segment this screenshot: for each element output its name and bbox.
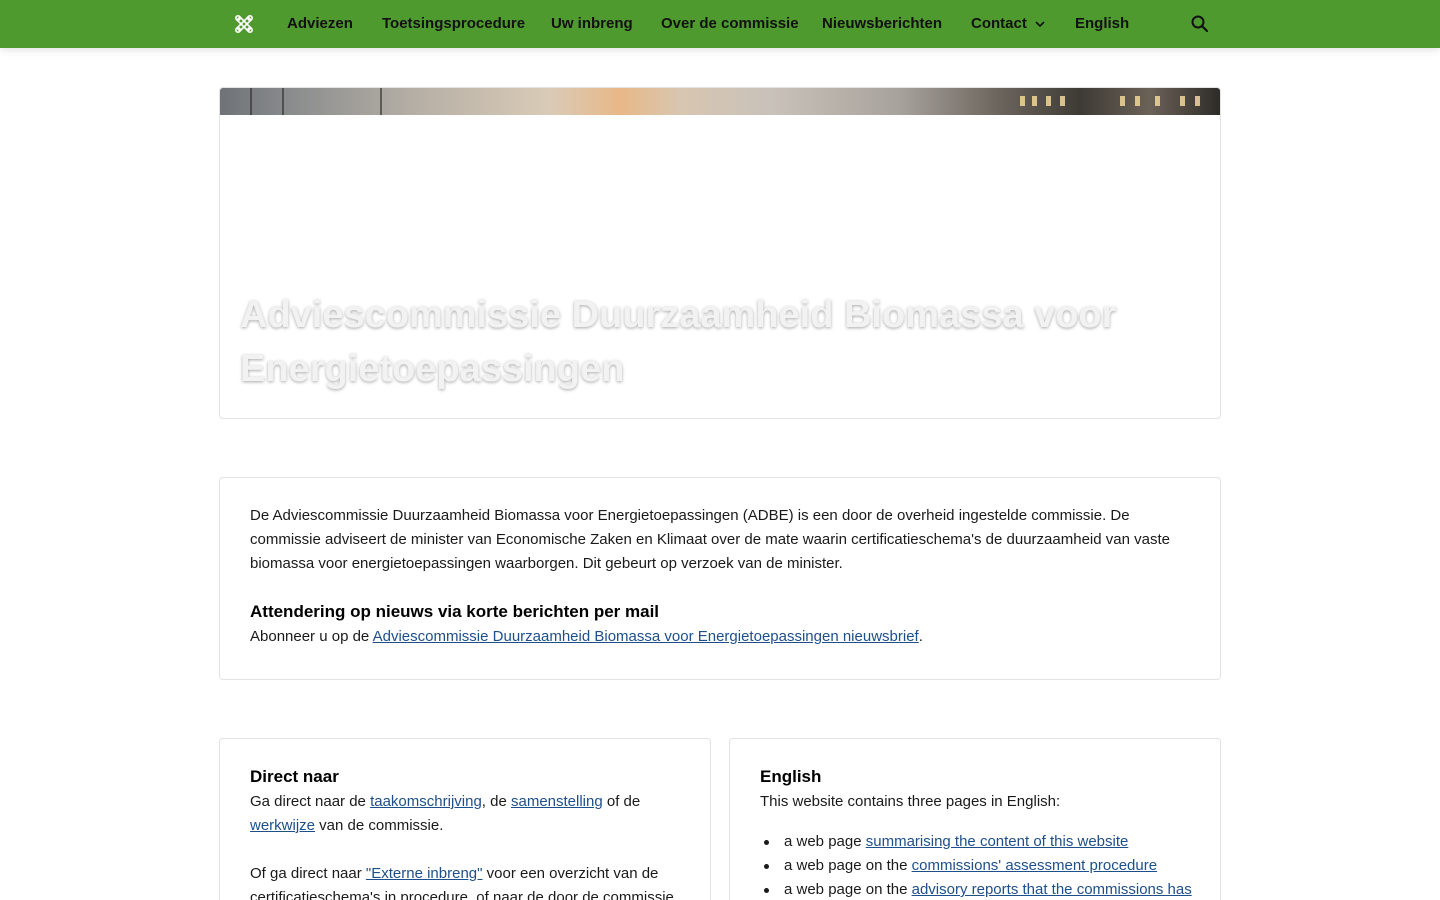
english-heading: English — [760, 767, 822, 786]
english-intro: This website contains three pages in Eng… — [760, 793, 1061, 810]
assessment-procedure-link[interactable]: commissions' assessment procedure — [912, 857, 1157, 874]
hero-image — [220, 88, 1220, 115]
list-item: a web page on the commissions' assessmen… — [760, 854, 1200, 878]
direct-text-5: Of ga direct naar — [250, 865, 366, 882]
direct-text-3: of de — [602, 793, 641, 810]
intro-card: De Adviescommissie Duurzaamheid Biomassa… — [219, 477, 1221, 680]
list-item-prefix: a web page on the — [784, 857, 912, 874]
newsletter-prefix: Abonneer u op de — [250, 628, 373, 645]
newsletter-heading: Attendering op nieuws via korte berichte… — [250, 602, 660, 621]
nav-item-uw-inbreng[interactable]: Uw inbreng — [551, 13, 633, 35]
newsletter-suffix: . — [918, 628, 923, 645]
list-item-prefix: a web page — [784, 833, 866, 850]
nav-item-contact[interactable]: Contact — [971, 13, 1045, 35]
direct-naar-paragraph-1: Ga direct naar de taakomschrijving, de s… — [250, 790, 670, 838]
samenstelling-link[interactable]: samenstelling — [511, 793, 603, 810]
direct-text-2: , de — [481, 793, 511, 810]
intro-paragraph: De Adviescommissie Duurzaamheid Biomassa… — [250, 507, 1170, 572]
nav-item-nieuwsberichten[interactable]: Nieuwsberichten — [822, 13, 942, 35]
newsletter-link[interactable]: Adviescommissie Duurzaamheid Biomassa vo… — [373, 628, 919, 645]
advisory-reports-link[interactable]: advisory reports that the commissions ha… — [912, 881, 1192, 898]
list-item: a web page on the advisory reports that … — [760, 878, 1200, 900]
summary-page-link[interactable]: summarising the content of this website — [866, 833, 1129, 850]
nav-item-over-de-commissie[interactable]: Over de commissie — [661, 13, 799, 35]
english-card: English This website contains three page… — [729, 738, 1221, 900]
page-title: Adviescommissie Duurzaamheid Biomassa vo… — [240, 294, 1117, 390]
taakomschrijving-link[interactable]: taakomschrijving — [370, 793, 482, 810]
hero-banner: Adviescommissie Duurzaamheid Biomassa vo… — [219, 87, 1221, 419]
direct-naar-paragraph-2: Of ga direct naar "Externe inbreng" voor… — [250, 862, 680, 900]
direct-naar-card: Direct naar Ga direct naar de taakomschr… — [219, 738, 711, 900]
direct-text-4: van de commissie. — [315, 817, 444, 834]
newsletter-text: Abonneer u op de Adviescommissie Duurzaa… — [250, 625, 923, 649]
direct-text-1: Ga direct naar de — [250, 793, 371, 810]
nav-item-contact-label: Contact — [971, 15, 1027, 32]
search-icon[interactable] — [1190, 13, 1210, 35]
commission-logo-icon[interactable] — [233, 13, 255, 35]
nav-item-toetsingsprocedure[interactable]: Toetsingsprocedure — [382, 13, 525, 35]
list-item: a web page summarising the content of th… — [760, 830, 1200, 854]
nav-item-adviezen[interactable]: Adviezen — [287, 13, 353, 35]
chevron-down-icon — [1035, 13, 1045, 35]
nav-item-english[interactable]: English — [1075, 13, 1129, 35]
werkwijze-link[interactable]: werkwijze — [250, 817, 315, 834]
list-item-prefix: a web page on the — [784, 881, 912, 898]
direct-naar-heading: Direct naar — [250, 767, 339, 786]
english-page-list: a web page summarising the content of th… — [760, 830, 1200, 900]
externe-inbreng-link[interactable]: "Externe inbreng" — [366, 865, 483, 882]
top-navigation-bar: Adviezen Toetsingsprocedure Uw inbreng O… — [0, 0, 1440, 48]
